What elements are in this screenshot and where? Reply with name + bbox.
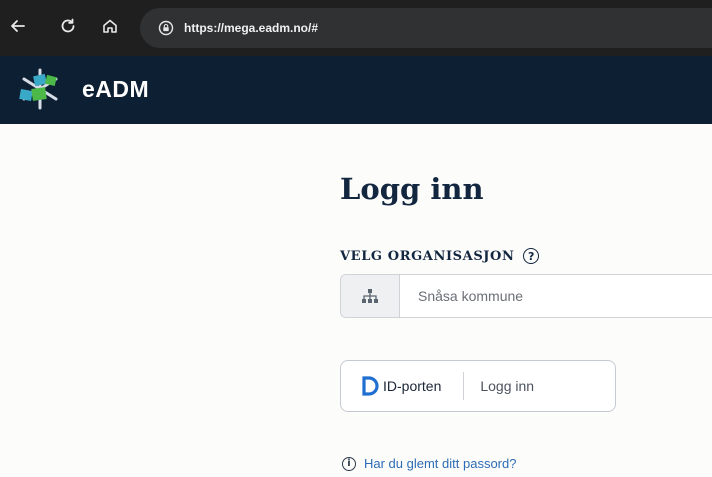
idporten-logo-icon <box>362 376 379 396</box>
home-icon[interactable] <box>98 14 122 38</box>
address-bar[interactable]: https://mega.eadm.no/# <box>140 8 712 48</box>
idporten-login-button[interactable]: ID-porten Logg inn <box>340 360 616 412</box>
url-text[interactable]: https://mega.eadm.no/# <box>184 21 318 35</box>
brand-name[interactable]: eADM <box>82 76 149 103</box>
eadm-logo-icon <box>19 68 58 110</box>
org-tree-icon <box>341 275 400 317</box>
org-select-field[interactable]: Snåsa kommune <box>340 274 712 318</box>
app-header: eADM <box>0 56 712 124</box>
login-label: Logg inn <box>480 378 535 394</box>
help-icon[interactable]: ? <box>523 248 540 264</box>
idporten-label: ID-porten <box>383 378 442 394</box>
browser-toolbar: https://mega.eadm.no/# <box>0 0 712 56</box>
org-label-text: VELG ORGANISASJON <box>340 248 515 264</box>
reload-icon[interactable] <box>56 14 80 38</box>
forgot-password-text[interactable]: Har du glemt ditt passord? <box>364 456 516 471</box>
org-label: VELG ORGANISASJON ? <box>340 248 540 264</box>
forgot-password-link[interactable]: i Har du glemt ditt passord? <box>342 456 516 471</box>
site-info-icon[interactable] <box>158 20 174 36</box>
info-icon: i <box>342 456 356 471</box>
login-page: Logg inn VELG ORGANISASJON ? Snåsa kommu… <box>0 124 712 477</box>
page-title: Logg inn <box>340 172 484 206</box>
org-select-value[interactable]: Snåsa kommune <box>418 288 523 304</box>
button-divider <box>463 372 465 400</box>
back-arrow-icon[interactable] <box>6 14 30 38</box>
